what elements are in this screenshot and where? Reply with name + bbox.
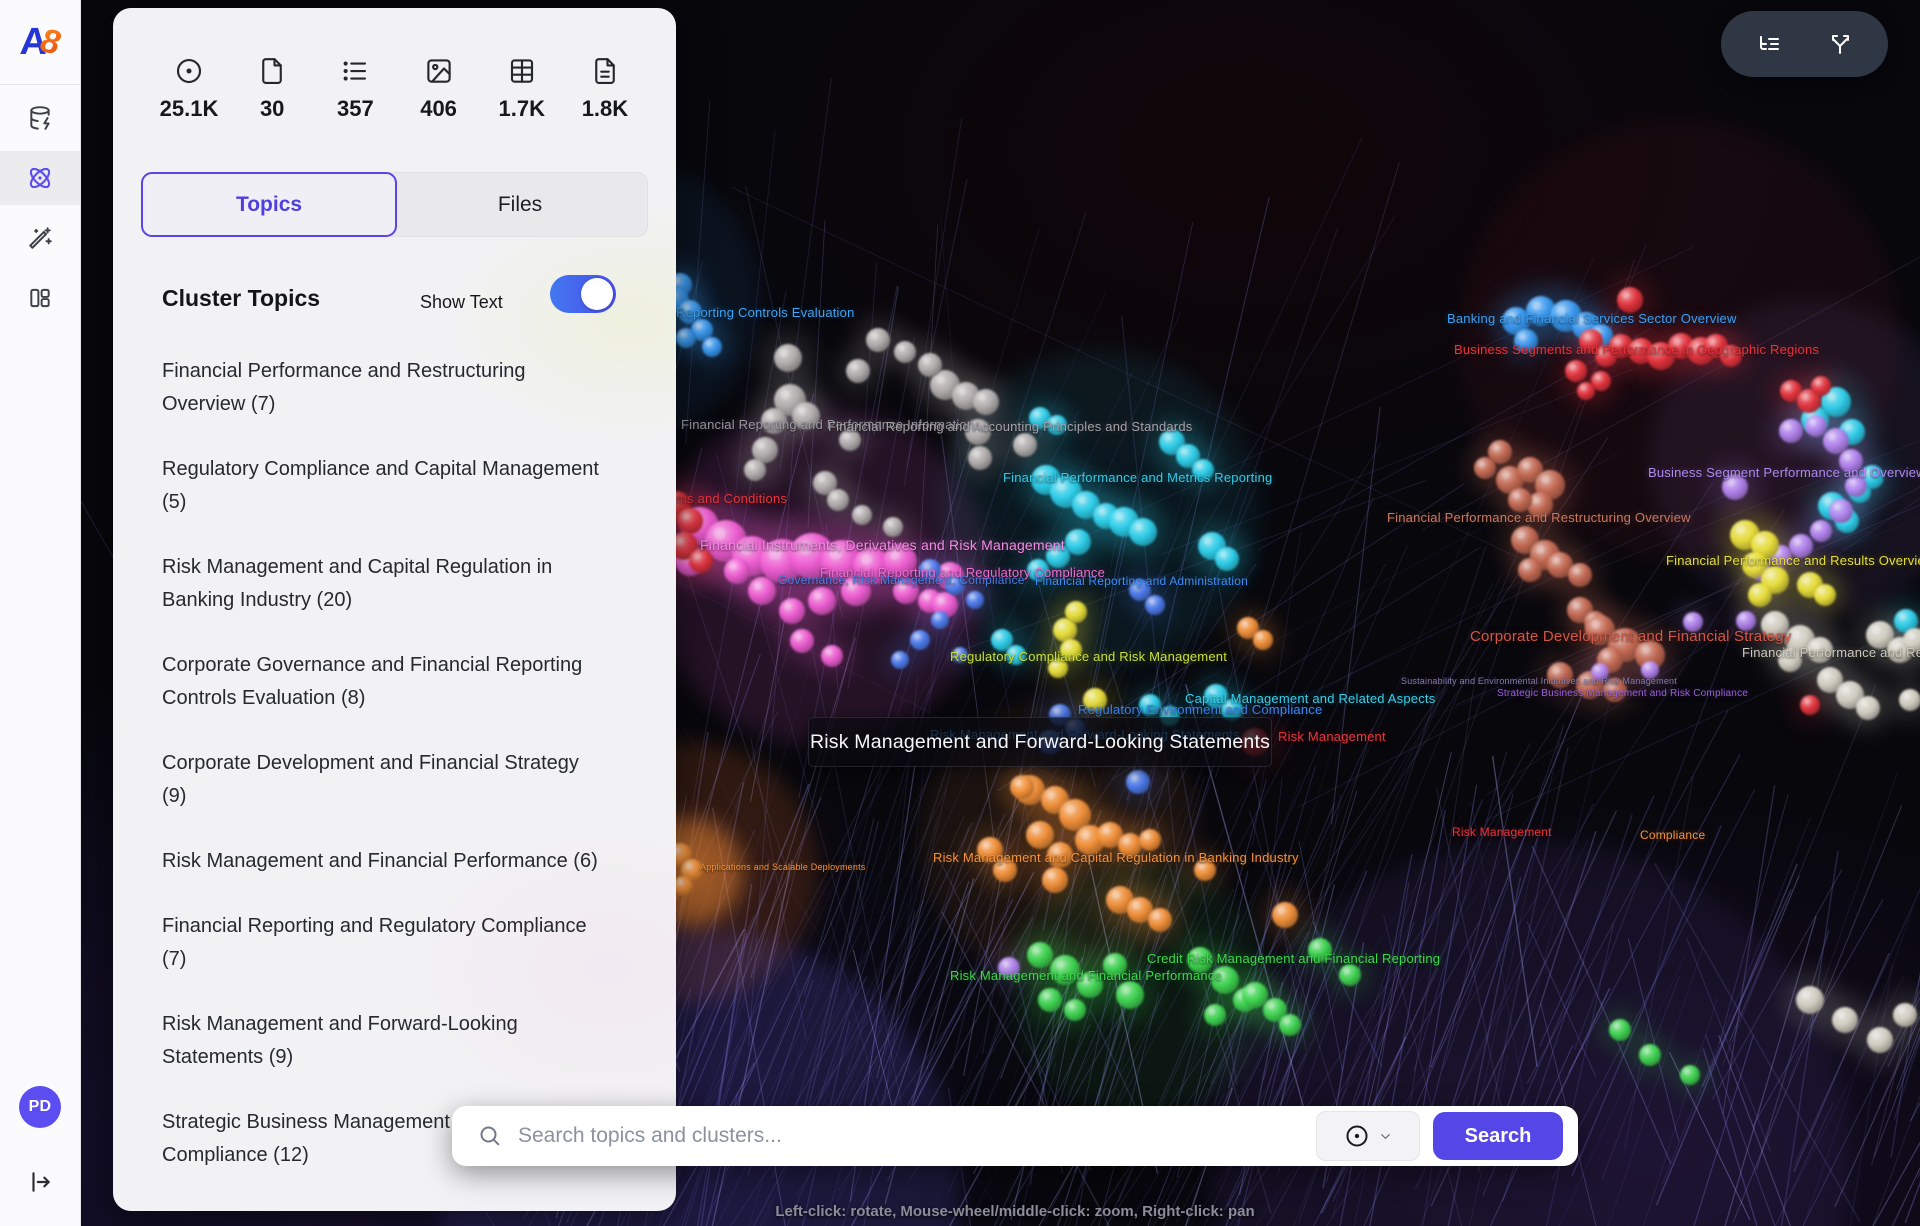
app-window: Reporting Controls EvaluationFinancial R… (0, 0, 1920, 1226)
search-scope-select[interactable] (1316, 1111, 1420, 1161)
logout-button[interactable] (0, 1152, 80, 1212)
cluster-tooltip: Risk Management and Forward-Looking Stat… (808, 717, 1272, 767)
layout-panels-icon (27, 285, 53, 311)
document-text-icon (590, 56, 620, 86)
sidebar-item-dashboard[interactable] (0, 271, 80, 325)
sidebar-item-clusters[interactable] (0, 151, 80, 205)
panel-heading: Cluster Topics (162, 285, 320, 312)
panel-tabs: Topics Files (141, 172, 648, 237)
split-view-button[interactable] (1816, 20, 1864, 68)
stat-value: 1.7K (499, 96, 545, 122)
tree-view-button[interactable] (1745, 20, 1793, 68)
database-zap-icon (27, 105, 53, 131)
stat-value: 357 (337, 96, 374, 122)
topic-item[interactable]: Risk Management and Forward-Looking Stat… (162, 1008, 600, 1074)
sidebar-divider (0, 84, 80, 85)
cluster-topic-list: Financial Performance and Restructuring … (162, 355, 600, 1204)
sidebar-item-enrichment[interactable] (0, 211, 80, 265)
logout-icon (27, 1169, 53, 1195)
topic-item[interactable]: Corporate Governance and Financial Repor… (162, 649, 600, 715)
topic-item[interactable]: Risk Management and Capital Regulation i… (162, 551, 600, 617)
stat-lists: 357 (323, 56, 387, 122)
stat-tokens: 25.1K (157, 56, 221, 122)
chevron-down-icon (1378, 1129, 1393, 1144)
show-text-label: Show Text (420, 292, 503, 313)
toggle-knob (581, 278, 613, 310)
split-arrows-icon (1828, 32, 1852, 56)
search-button[interactable]: Search (1433, 1112, 1563, 1160)
tab-files[interactable]: Files (393, 173, 647, 236)
search-icon (478, 1124, 502, 1148)
list-icon (340, 56, 370, 86)
topic-item[interactable]: Corporate Development and Financial Stra… (162, 747, 600, 813)
tab-topics[interactable]: Topics (141, 172, 397, 237)
stat-value: 25.1K (160, 96, 219, 122)
topic-item[interactable]: Risk Management and Financial Performanc… (162, 845, 600, 878)
stat-value: 30 (260, 96, 284, 122)
view-toolbar (1721, 11, 1888, 77)
topic-item[interactable]: Financial Performance and Restructuring … (162, 355, 600, 421)
file-icon (257, 56, 287, 86)
topic-item[interactable]: Regulatory Compliance and Capital Manage… (162, 453, 600, 519)
user-avatar[interactable]: PD (19, 1086, 61, 1128)
stat-tables: 1.7K (490, 56, 554, 122)
circle-dot-icon (1344, 1123, 1370, 1149)
topic-item[interactable]: Financial Reporting and Regulatory Compl… (162, 910, 600, 976)
stat-value: 1.8K (582, 96, 628, 122)
stat-value: 406 (420, 96, 457, 122)
corpus-stats-row: 25.1K 30 357 406 (157, 56, 637, 122)
cluster-tooltip-text: Risk Management and Forward-Looking Stat… (810, 731, 1270, 754)
search-bar: Search (452, 1106, 1578, 1166)
sidebar: A 8 (0, 0, 81, 1226)
controls-hint: Left-click: rotate, Mouse-wheel/middle-c… (700, 1203, 1330, 1220)
stat-files: 30 (240, 56, 304, 122)
image-icon (424, 56, 454, 86)
topics-panel: 25.1K 30 357 406 (113, 8, 676, 1211)
stat-images: 406 (407, 56, 471, 122)
app-logo[interactable]: A 8 (0, 0, 80, 84)
wand-sparkles-icon (27, 225, 53, 251)
stat-documents: 1.8K (573, 56, 637, 122)
table-icon (507, 56, 537, 86)
show-text-toggle[interactable] (550, 275, 616, 313)
atom-icon (26, 164, 54, 192)
circle-dot-icon (174, 56, 204, 86)
list-tree-icon (1757, 32, 1781, 56)
sidebar-item-data-sources[interactable] (0, 91, 80, 145)
search-input[interactable] (516, 1123, 1316, 1149)
